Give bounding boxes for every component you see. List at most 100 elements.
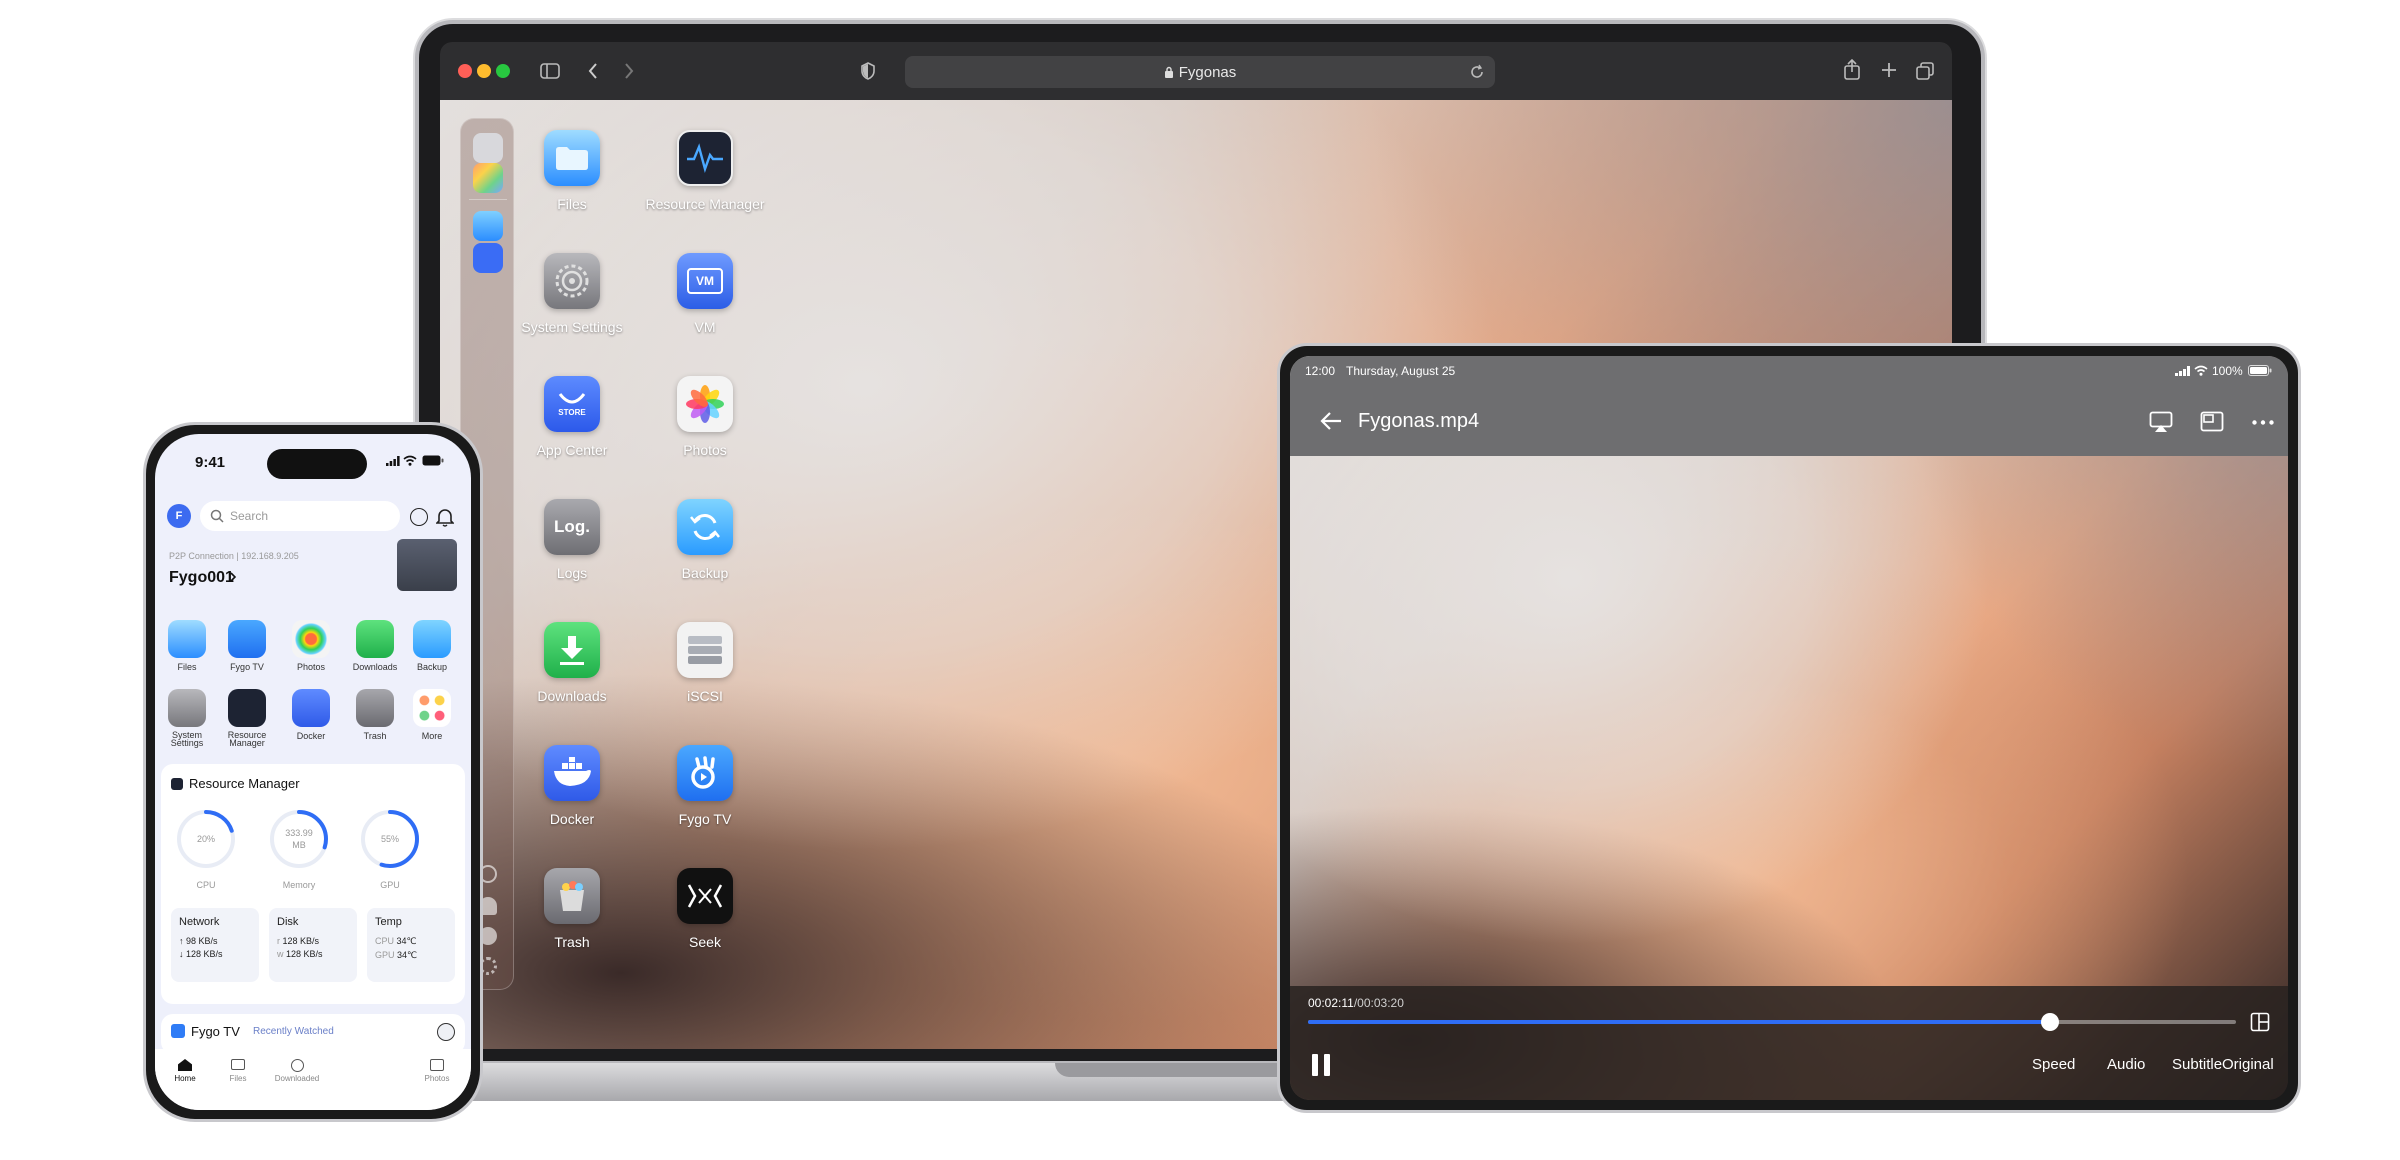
network-stat: Network ↑ 98 KB/s ↓ 128 KB/s xyxy=(171,908,259,982)
app-downloads[interactable]: Downloads xyxy=(497,622,647,704)
flower-icon xyxy=(677,376,733,432)
app-label: Trash xyxy=(363,731,387,741)
progress-handle[interactable] xyxy=(2041,1013,2060,1031)
zoom-window-button[interactable] xyxy=(496,64,510,78)
app-fygo-tv[interactable]: Fygo TV xyxy=(218,620,276,672)
app-label: Downloads xyxy=(537,688,607,704)
app-label: Resource Manager xyxy=(227,730,267,748)
minimize-window-button[interactable] xyxy=(477,64,491,78)
quality-original-button[interactable]: Original xyxy=(2222,1056,2274,1073)
app-docker[interactable]: Docker xyxy=(497,745,647,827)
app-backup[interactable]: Backup xyxy=(630,499,780,581)
connection-info: P2P Connection | 192.168.9.205 xyxy=(169,551,299,561)
tab-photos[interactable]: Photos xyxy=(417,1059,457,1083)
audio-button[interactable]: Audio xyxy=(2107,1056,2145,1073)
phone-screen: 9:41 F Search P2P Connection | 192.168.9… xyxy=(155,434,471,1110)
search-input[interactable]: Search xyxy=(200,501,400,531)
memory-label: Memory xyxy=(282,880,316,890)
disk-title: Disk xyxy=(277,916,299,928)
phone-device: 9:41 F Search P2P Connection | 192.168.9… xyxy=(143,422,483,1122)
app-system-settings[interactable]: System Settings xyxy=(497,253,647,335)
app-label: Photos xyxy=(296,662,326,672)
new-tab-icon[interactable] xyxy=(1880,61,1898,79)
app-system-settings[interactable]: System Settings xyxy=(158,689,216,748)
back-arrow-icon[interactable] xyxy=(586,61,600,81)
app-files[interactable]: Files xyxy=(158,620,216,672)
airplay-icon[interactable] xyxy=(2149,411,2173,433)
app-label: System Settings xyxy=(170,730,204,748)
back-arrow-icon[interactable] xyxy=(1320,411,1342,431)
more-options-icon[interactable] xyxy=(2252,420,2274,425)
app-resource-manager[interactable]: Resource Manager xyxy=(630,130,780,212)
gpu-temp: 34℃ xyxy=(397,950,418,960)
upload-arrow-icon: ↑ xyxy=(179,936,187,946)
forward-arrow-icon[interactable] xyxy=(622,61,636,81)
fygo-tv-card[interactable]: Fygo TV Recently Watched xyxy=(161,1014,465,1054)
privacy-shield-icon[interactable] xyxy=(860,61,876,81)
tab-home[interactable]: Home xyxy=(165,1059,205,1083)
gpu-value: 55% xyxy=(380,834,399,844)
flower-icon xyxy=(292,620,330,658)
reload-icon[interactable] xyxy=(1469,64,1485,80)
sync-icon xyxy=(413,620,451,658)
app-trash[interactable]: Trash xyxy=(497,868,647,950)
tab-downloaded[interactable]: Downloaded xyxy=(267,1059,327,1083)
progress-track[interactable] xyxy=(1308,1013,2236,1031)
app-app-center[interactable]: STORE App Center xyxy=(497,376,647,458)
store-icon: STORE xyxy=(544,376,600,432)
vm-icon-text: VM xyxy=(687,268,723,294)
tv-icon xyxy=(228,620,266,658)
sidebar-toggle-icon[interactable] xyxy=(540,62,560,80)
share-icon[interactable] xyxy=(1843,59,1861,81)
bell-icon[interactable] xyxy=(436,507,454,527)
picture-in-picture-icon[interactable] xyxy=(2200,411,2224,433)
app-label: Files xyxy=(177,662,197,672)
app-label: Trash xyxy=(554,934,590,950)
app-trash[interactable]: Trash xyxy=(346,689,404,741)
speed-button[interactable]: Speed xyxy=(2032,1056,2075,1073)
trash-icon xyxy=(356,689,394,727)
app-photos[interactable]: Photos xyxy=(282,620,340,672)
transfer-icon[interactable] xyxy=(410,508,428,526)
app-vm[interactable]: VM VM xyxy=(630,253,780,335)
app-backup[interactable]: Backup xyxy=(403,620,461,672)
app-fygo-tv[interactable]: Fygo TV xyxy=(630,745,780,827)
dock-files-icon[interactable] xyxy=(473,211,503,241)
app-logs[interactable]: Log. Logs xyxy=(497,499,647,581)
tab-files[interactable]: Files xyxy=(218,1059,258,1083)
device-name[interactable]: Fygo001 xyxy=(169,569,234,587)
tab-bar: Home Files Downloaded Photos xyxy=(155,1049,471,1110)
avatar[interactable]: F xyxy=(167,504,191,528)
address-bar[interactable]: Fygonas xyxy=(905,56,1495,88)
seek-icon xyxy=(677,868,733,924)
app-resource-manager[interactable]: Resource Manager xyxy=(218,689,276,748)
app-photos[interactable]: Photos xyxy=(630,376,780,458)
app-label: App Center xyxy=(536,442,608,458)
pause-button[interactable] xyxy=(1312,1054,1330,1076)
vm-icon: VM xyxy=(677,253,733,309)
app-iscsi[interactable]: iSCSI xyxy=(630,622,780,704)
subtitle-button[interactable]: Subtitle xyxy=(2172,1056,2222,1073)
app-label: Downloads xyxy=(352,662,398,672)
app-seek[interactable]: Seek xyxy=(630,868,780,950)
cpu-value: 20% xyxy=(196,834,215,844)
app-docker[interactable]: Docker xyxy=(282,689,340,741)
folder-icon xyxy=(168,620,206,658)
app-more[interactable]: More xyxy=(403,689,461,741)
chevron-right-icon[interactable] xyxy=(229,571,237,583)
home-icon xyxy=(178,1059,192,1071)
wifi-icon xyxy=(403,455,417,466)
resource-manager-card[interactable]: Resource Manager 20% 333.99 MB 55% CPU M… xyxy=(161,764,465,1004)
eye-icon[interactable] xyxy=(437,1023,455,1041)
gpu-label: GPU xyxy=(380,880,400,890)
cpu-label: CPU xyxy=(196,880,216,890)
close-window-button[interactable] xyxy=(458,64,472,78)
layout-toggle-icon[interactable] xyxy=(2250,1012,2270,1032)
tv-icon xyxy=(677,745,733,801)
player-top-bar: 12:00 Thursday, August 25 100% Fygonas.m… xyxy=(1290,356,2288,456)
app-files[interactable]: Files xyxy=(497,130,647,212)
app-downloads[interactable]: Downloads xyxy=(346,620,404,672)
tab-overview-icon[interactable] xyxy=(1915,61,1935,81)
progress-fill xyxy=(1308,1020,2051,1024)
temp-title: Temp xyxy=(375,916,402,928)
